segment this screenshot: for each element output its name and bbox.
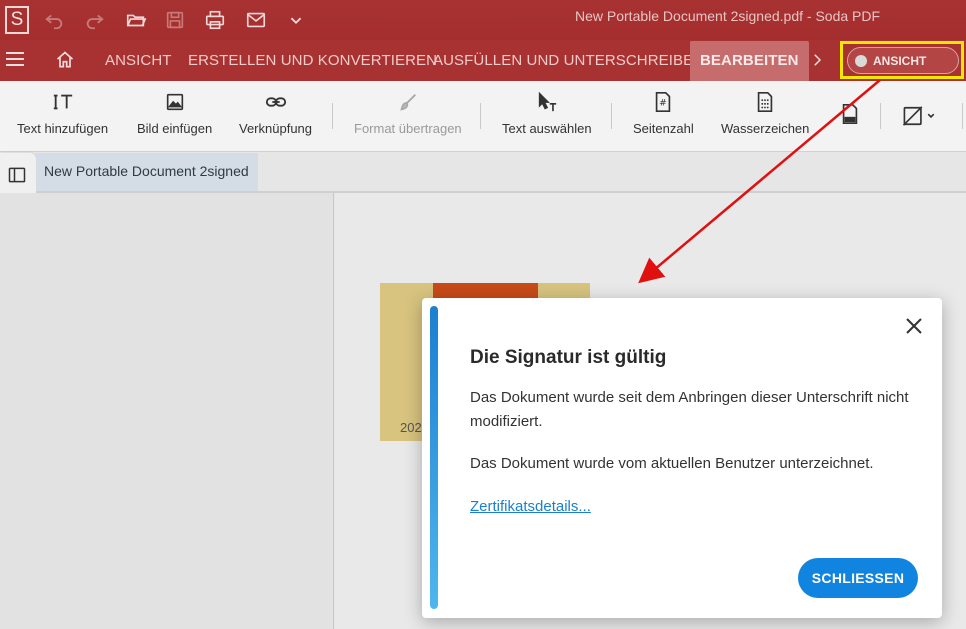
page-partial-text: 202 — [400, 420, 422, 435]
window-title: New Portable Document 2signed.pdf - Soda… — [575, 8, 881, 24]
home-icon[interactable] — [55, 50, 75, 70]
toolbar-separator — [880, 103, 881, 129]
insert-image-label: Bild einfügen — [137, 121, 213, 136]
format-painter-button[interactable]: Format übertragen — [354, 81, 462, 151]
insert-image-button[interactable]: Bild einfügen — [137, 81, 212, 151]
dialog-title: Die Signatur ist gültig — [470, 347, 667, 368]
document-tab[interactable]: New Portable Document 2signed — [36, 153, 258, 191]
text-cursor-icon — [51, 91, 75, 113]
close-icon[interactable] — [904, 316, 924, 336]
chevron-down-icon[interactable] — [284, 8, 308, 32]
ribbon-toolbar: Text hinzufügen Bild einfügen Verknüpfun… — [0, 81, 966, 152]
menu-tab-view[interactable]: ANSICHT — [105, 52, 172, 69]
add-text-label: Text hinzufügen — [17, 121, 109, 136]
select-text-label: Text auswählen — [502, 121, 592, 136]
close-dialog-button[interactable]: SCHLIESSEN — [798, 558, 918, 598]
menu-tab-create-convert[interactable]: ERSTELLEN UND KONVERTIEREN — [188, 52, 437, 69]
link-icon — [264, 91, 288, 113]
page-number-label: Seitenzahl — [633, 121, 694, 136]
navigation-panel — [0, 193, 334, 629]
link-button[interactable]: Verknüpfung — [239, 81, 312, 151]
toggle-knob — [855, 54, 867, 67]
redact-dropdown-button[interactable] — [900, 81, 940, 151]
signature-valid-dialog: Die Signatur ist gültig Das Dokument wur… — [422, 298, 942, 618]
page-header-strip — [433, 283, 538, 299]
menu-tab-edit[interactable]: BEARBEITEN — [690, 41, 809, 81]
format-painter-label: Format übertragen — [354, 121, 462, 136]
title-bar: S New Portable Document 2signed.pdf - So… — [0, 0, 966, 40]
menu-tab-fill-sign[interactable]: AUSFÜLLEN UND UNTERSCHREIBEN — [433, 52, 704, 69]
watermark-icon — [753, 91, 777, 113]
page-number-button[interactable]: # Seitenzahl — [633, 81, 694, 151]
no-edit-icon — [900, 105, 940, 127]
toolbar-separator — [332, 103, 333, 129]
toolbar-separator — [611, 103, 612, 129]
mail-icon[interactable] — [244, 8, 268, 32]
certificate-details-link[interactable]: Zertifikatsdetails... — [470, 498, 591, 515]
panel-toggle-icon[interactable] — [7, 165, 27, 185]
save-icon[interactable] — [163, 8, 187, 32]
header-footer-button[interactable] — [838, 81, 862, 151]
dialog-message-unmodified: Das Dokument wurde seit dem Anbringen di… — [470, 389, 909, 430]
undo-icon[interactable] — [42, 8, 66, 32]
dialog-accent-bar — [430, 306, 438, 609]
dialog-message-signer: Das Dokument wurde vom aktuellen Benutze… — [470, 455, 874, 472]
svg-text:#: # — [660, 98, 668, 109]
redo-icon[interactable] — [83, 8, 107, 32]
hamburger-menu-icon[interactable] — [6, 52, 24, 68]
toolbar-separator — [480, 103, 481, 129]
link-label: Verknüpfung — [239, 121, 313, 136]
select-text-button[interactable]: Text auswählen — [502, 81, 592, 151]
app-logo[interactable]: S — [5, 6, 29, 34]
add-text-button[interactable]: Text hinzufügen — [17, 81, 108, 151]
select-text-cursor-icon — [535, 91, 559, 113]
print-icon[interactable] — [203, 8, 227, 32]
menu-bar: ANSICHT ERSTELLEN UND KONVERTIEREN AUSFÜ… — [0, 40, 966, 81]
toolbar-separator — [962, 103, 963, 129]
image-icon — [163, 91, 187, 113]
brush-icon — [396, 91, 420, 113]
document-footer-icon — [838, 103, 862, 125]
chevron-right-icon[interactable] — [808, 51, 826, 69]
open-folder-icon[interactable] — [124, 8, 148, 32]
watermark-label: Wasserzeichen — [721, 121, 810, 136]
view-mode-toggle[interactable]: ANSICHT — [847, 47, 959, 74]
page-number-icon: # — [651, 91, 675, 113]
watermark-button[interactable]: Wasserzeichen — [721, 81, 809, 151]
view-toggle-label: ANSICHT — [873, 53, 927, 68]
